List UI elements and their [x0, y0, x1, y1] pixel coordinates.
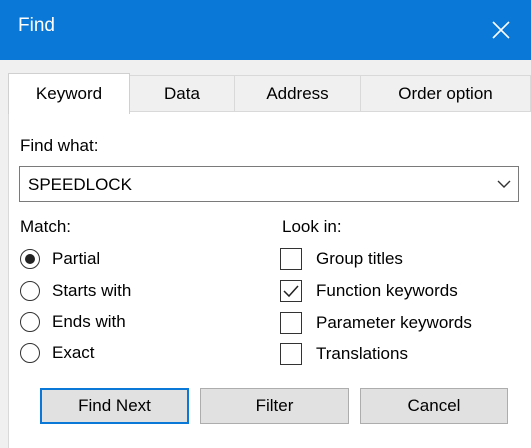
- checkbox-label: Function keywords: [316, 281, 458, 300]
- title-bar: Find: [0, 0, 531, 60]
- checkmark-icon: [283, 285, 299, 298]
- checkbox-box[interactable]: [280, 280, 302, 302]
- find-what-combobox[interactable]: SPEEDLOCK: [19, 166, 519, 202]
- radio-label: Starts with: [52, 281, 132, 300]
- tab-label: Order option: [398, 84, 493, 103]
- tab-strip: Keyword Data Address Order option: [0, 60, 531, 114]
- tab-address[interactable]: Address: [234, 75, 361, 112]
- match-label: Match:: [20, 217, 72, 236]
- checkbox-label: Parameter keywords: [316, 313, 472, 332]
- button-label: Cancel: [407, 396, 461, 415]
- find-next-button[interactable]: Find Next: [40, 388, 189, 424]
- find-what-value: SPEEDLOCK: [28, 175, 132, 194]
- tab-label: Keyword: [35, 84, 103, 103]
- look-in-translations-checkbox[interactable]: Translations: [280, 343, 408, 365]
- checkbox-box[interactable]: [280, 343, 302, 365]
- radio-circle[interactable]: [20, 312, 40, 332]
- tab-order-option[interactable]: Order option: [360, 75, 531, 112]
- radio-label: Ends with: [52, 312, 126, 331]
- look-in-function-keywords-checkbox[interactable]: Function keywords: [280, 280, 458, 302]
- button-label: Filter: [255, 396, 294, 415]
- radio-circle[interactable]: [20, 281, 40, 301]
- window-title: Find: [18, 15, 55, 36]
- checkbox-box[interactable]: [280, 248, 302, 270]
- match-partial-radio[interactable]: Partial: [20, 249, 100, 269]
- tab-keyword[interactable]: Keyword: [8, 73, 130, 114]
- cancel-button[interactable]: Cancel: [360, 388, 508, 424]
- look-in-label: Look in:: [282, 217, 342, 236]
- checkbox-label: Translations: [316, 344, 408, 363]
- button-label: Find Next: [78, 396, 151, 415]
- close-button[interactable]: [471, 0, 531, 60]
- match-starts-with-radio[interactable]: Starts with: [20, 281, 131, 301]
- filter-button[interactable]: Filter: [200, 388, 349, 424]
- checkbox-label: Group titles: [316, 249, 403, 268]
- radio-circle[interactable]: [20, 249, 40, 269]
- tab-data[interactable]: Data: [129, 75, 235, 112]
- look-in-group-titles-checkbox[interactable]: Group titles: [280, 248, 403, 270]
- radio-circle[interactable]: [20, 343, 40, 363]
- checkbox-box[interactable]: [280, 312, 302, 334]
- radio-label: Partial: [52, 249, 101, 268]
- radio-label: Exact: [52, 343, 95, 362]
- close-icon: [492, 21, 510, 39]
- look-in-parameter-keywords-checkbox[interactable]: Parameter keywords: [280, 312, 472, 334]
- chevron-down-icon[interactable]: [497, 177, 511, 191]
- radio-selected-dot: [25, 254, 35, 264]
- tab-label: Data: [164, 84, 200, 103]
- match-exact-radio[interactable]: Exact: [20, 343, 95, 363]
- find-what-label: Find what:: [20, 136, 99, 155]
- match-ends-with-radio[interactable]: Ends with: [20, 312, 126, 332]
- tab-label: Address: [266, 84, 329, 103]
